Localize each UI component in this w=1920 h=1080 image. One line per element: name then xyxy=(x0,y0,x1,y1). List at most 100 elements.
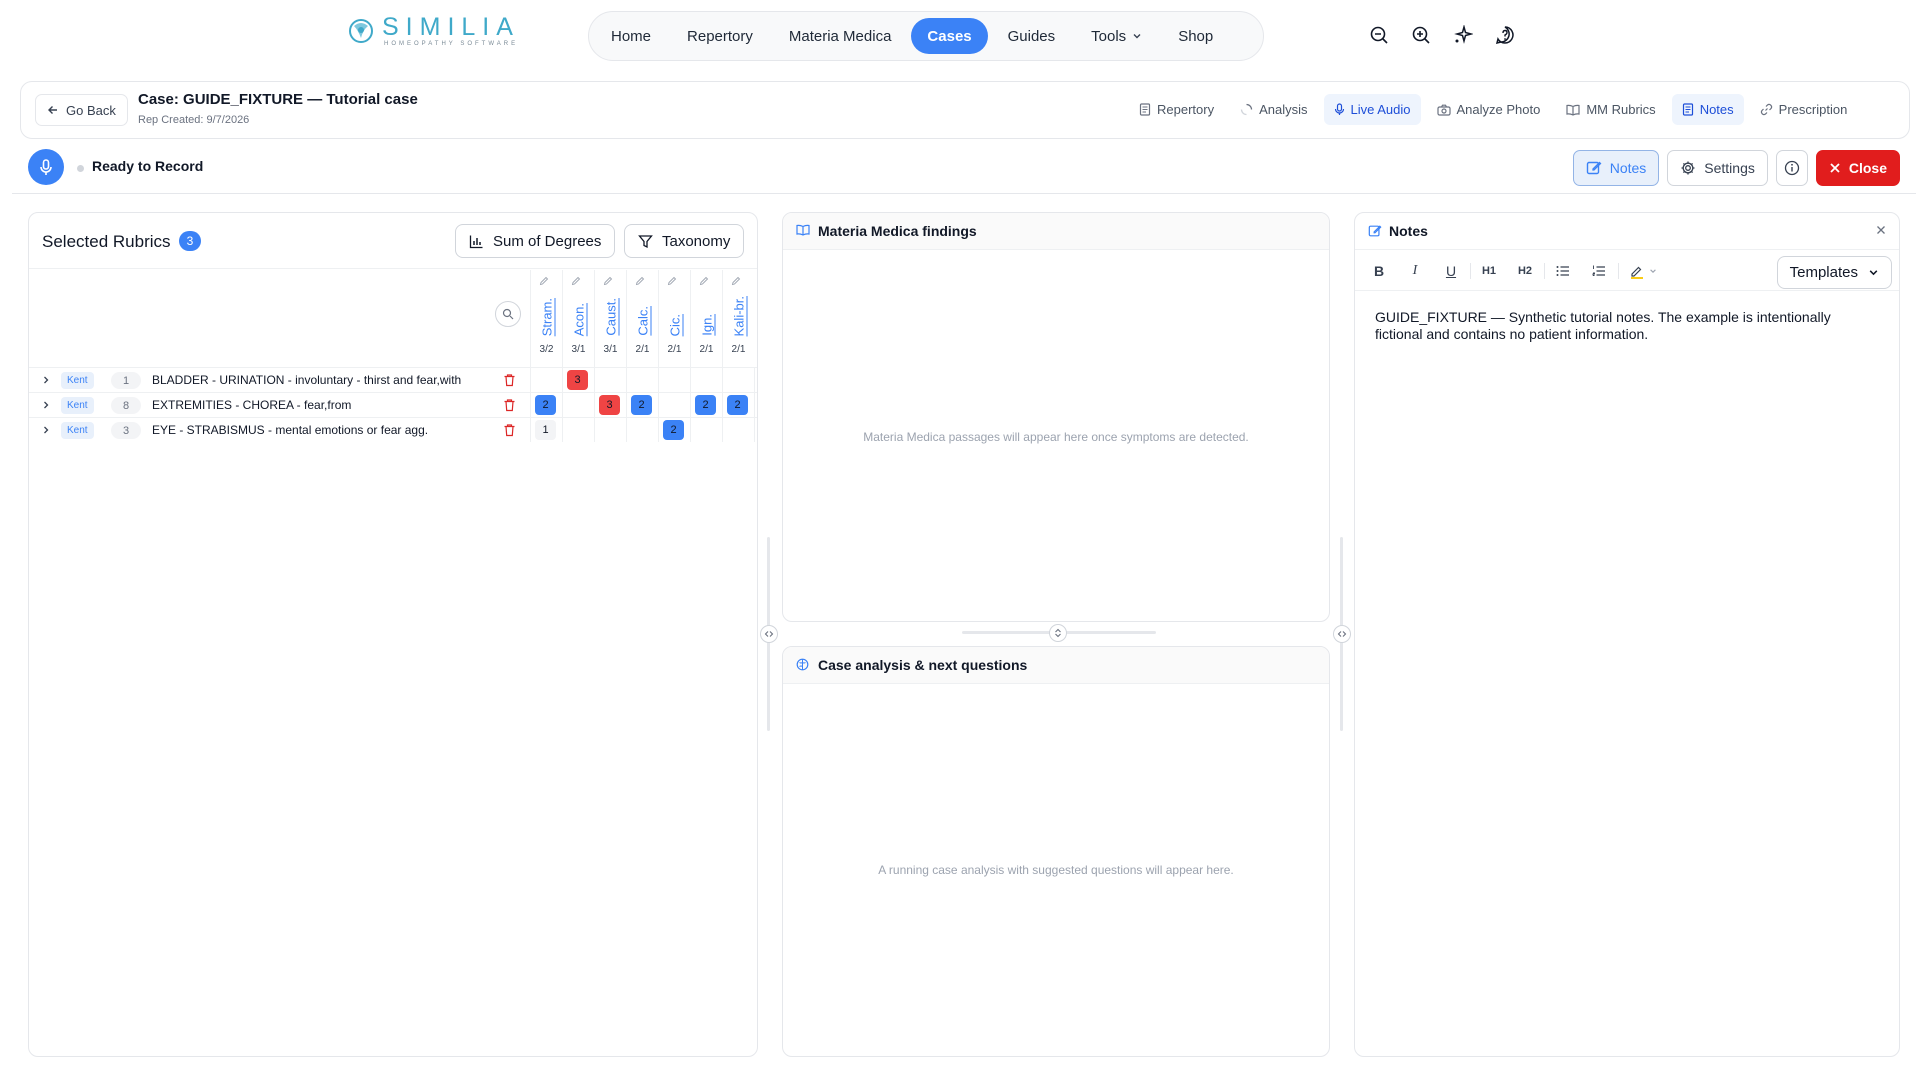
rubric-row[interactable]: Kent 3 EYE - STRABISMUS - mental emotions … xyxy=(29,417,757,442)
notes-toolbar: B I U H1 H2 Templates xyxy=(1355,251,1899,291)
materia-medica-title: Materia Medica findings xyxy=(818,223,977,239)
remedy-name[interactable]: Stram. xyxy=(539,298,554,336)
sum-of-degrees-button[interactable]: Sum of Degrees xyxy=(455,224,616,258)
sum-of-degrees-label: Sum of Degrees xyxy=(493,232,602,250)
grade-cell[interactable]: 3 xyxy=(599,395,620,415)
remedy-name[interactable]: Ign. xyxy=(699,314,714,336)
remedy-column-header[interactable]: Kali-br. 2/1 xyxy=(722,270,754,367)
similia-logo[interactable]: SIMILIA HOMEOPATHY SOFTWARE xyxy=(346,14,520,48)
rubric-search-button[interactable] xyxy=(495,301,521,327)
case-analysis-title: Case analysis & next questions xyxy=(818,657,1028,673)
templates-label: Templates xyxy=(1789,264,1858,281)
pen-icon[interactable] xyxy=(539,276,549,286)
nav-guides[interactable]: Guides xyxy=(992,18,1072,54)
remedy-column-header[interactable]: Acon. 3/1 xyxy=(562,270,594,367)
heading-1-button[interactable]: H1 xyxy=(1478,261,1500,281)
grade-cell[interactable]: 2 xyxy=(663,420,684,440)
info-button[interactable] xyxy=(1775,150,1808,186)
highlight-dropdown[interactable] xyxy=(1646,261,1660,281)
tab-live-audio[interactable]: Live Audio xyxy=(1323,94,1421,125)
grade-cell[interactable]: 1 xyxy=(535,420,556,440)
rubric-row[interactable]: Kent 1 BLADDER - URINATION - involuntary -… xyxy=(29,367,757,392)
settings-button[interactable]: Settings xyxy=(1667,150,1768,186)
templates-dropdown[interactable]: Templates xyxy=(1776,256,1892,289)
right-splitter-handle[interactable] xyxy=(1333,625,1351,643)
remedy-name[interactable]: Calc. xyxy=(635,306,650,336)
close-button[interactable]: Close xyxy=(1815,150,1900,186)
taxonomy-button[interactable]: Taxonomy xyxy=(624,224,745,258)
zoom-out-icon[interactable] xyxy=(1368,24,1390,46)
tab-repertory-label: Repertory xyxy=(1157,102,1215,117)
remedy-column-header[interactable]: Stram. 3/2 xyxy=(530,270,562,367)
close-icon[interactable] xyxy=(1875,224,1887,236)
nav-tools[interactable]: Tools xyxy=(1075,18,1158,54)
grade-cell[interactable]: 2 xyxy=(695,395,716,415)
remedy-column-header[interactable]: Calc. 2/1 xyxy=(626,270,658,367)
pen-icon[interactable] xyxy=(571,276,581,286)
tab-analyze-photo[interactable]: Analyze Photo xyxy=(1427,94,1551,125)
tab-repertory[interactable]: Repertory xyxy=(1129,94,1224,125)
microphone-icon xyxy=(40,158,52,175)
tab-notes[interactable]: Notes xyxy=(1671,94,1744,125)
help-icon[interactable] xyxy=(1494,24,1516,46)
pen-icon[interactable] xyxy=(699,276,709,286)
grade-cell[interactable]: 2 xyxy=(631,395,652,415)
splitter-handle[interactable] xyxy=(1049,624,1067,642)
remedy-score: 3/2 xyxy=(539,344,554,355)
nav-shop[interactable]: Shop xyxy=(1162,18,1229,54)
tab-mm-rubrics[interactable]: MM Rubrics xyxy=(1556,94,1665,125)
rubric-text[interactable]: EYE - STRABISMUS - mental emotions or fe… xyxy=(152,423,428,437)
heading-2-button[interactable]: H2 xyxy=(1514,261,1536,281)
rubric-row[interactable]: Kent 8 EXTREMITIES - CHOREA - fear,from 2 3 2… xyxy=(29,392,757,417)
trash-icon[interactable] xyxy=(503,423,516,437)
remedy-name[interactable]: Caust. xyxy=(603,298,618,336)
rubric-text[interactable]: EXTREMITIES - CHOREA - fear,from xyxy=(152,398,351,412)
chevron-right-icon[interactable] xyxy=(41,425,51,435)
grade-cell[interactable]: 2 xyxy=(535,395,556,415)
remedy-column-header[interactable]: Caust. 3/1 xyxy=(594,270,626,367)
remedy-name[interactable]: Cic. xyxy=(667,314,682,336)
pen-icon[interactable] xyxy=(603,276,613,286)
taxonomy-label: Taxonomy xyxy=(662,232,731,250)
grade-cell[interactable]: 2 xyxy=(727,395,748,415)
tab-analysis[interactable]: Analysis xyxy=(1230,94,1317,125)
record-button[interactable] xyxy=(28,149,64,185)
nav-cases[interactable]: Cases xyxy=(911,18,988,54)
pen-icon[interactable] xyxy=(731,276,741,286)
highlight-button[interactable] xyxy=(1626,261,1648,281)
trash-icon[interactable] xyxy=(503,373,516,387)
pen-icon[interactable] xyxy=(667,276,677,286)
sparkle-icon[interactable] xyxy=(1452,24,1474,46)
bullet-list-button[interactable] xyxy=(1552,261,1574,281)
bold-button[interactable]: B xyxy=(1368,261,1390,281)
trash-icon[interactable] xyxy=(503,398,516,412)
brand-tagline: HOMEOPATHY SOFTWARE xyxy=(384,41,519,47)
chevron-right-icon[interactable] xyxy=(41,400,51,410)
rubric-text[interactable]: BLADDER - URINATION - involuntary - thir… xyxy=(152,373,461,387)
italic-button[interactable]: I xyxy=(1404,261,1426,281)
nav-repertory[interactable]: Repertory xyxy=(671,18,769,54)
remedy-score: 2/1 xyxy=(699,344,714,355)
notes-editor[interactable]: GUIDE_FIXTURE — Synthetic tutorial notes… xyxy=(1375,309,1875,343)
remedy-name[interactable]: Kali-br. xyxy=(731,296,746,336)
materia-medica-placeholder: Materia Medica passages will appear here… xyxy=(863,430,1249,444)
zoom-in-icon[interactable] xyxy=(1410,24,1432,46)
left-splitter-handle[interactable] xyxy=(760,625,778,643)
tab-prescription-label: Prescription xyxy=(1778,102,1848,117)
numbered-list-button[interactable] xyxy=(1588,261,1610,281)
underline-button[interactable]: U xyxy=(1440,261,1462,281)
go-back-button[interactable]: Go Back xyxy=(35,94,128,126)
main-nav: Home Repertory Materia Medica Cases Guid… xyxy=(588,11,1264,61)
remedy-name[interactable]: Acon. xyxy=(571,303,586,336)
nav-home[interactable]: Home xyxy=(595,18,667,54)
chevron-right-icon[interactable] xyxy=(41,375,51,385)
remedy-column-header[interactable]: Ign. 2/1 xyxy=(690,270,722,367)
notes-toggle-button[interactable]: Notes xyxy=(1572,150,1660,186)
tab-analysis-label: Analysis xyxy=(1259,102,1308,117)
nav-materia-medica[interactable]: Materia Medica xyxy=(773,18,908,54)
tab-prescription[interactable]: Prescription xyxy=(1750,94,1858,125)
grade-cell[interactable]: 3 xyxy=(567,370,588,390)
pen-icon[interactable] xyxy=(635,276,645,286)
chevron-down-icon xyxy=(1650,269,1656,273)
remedy-column-header[interactable]: Cic. 2/1 xyxy=(658,270,690,367)
